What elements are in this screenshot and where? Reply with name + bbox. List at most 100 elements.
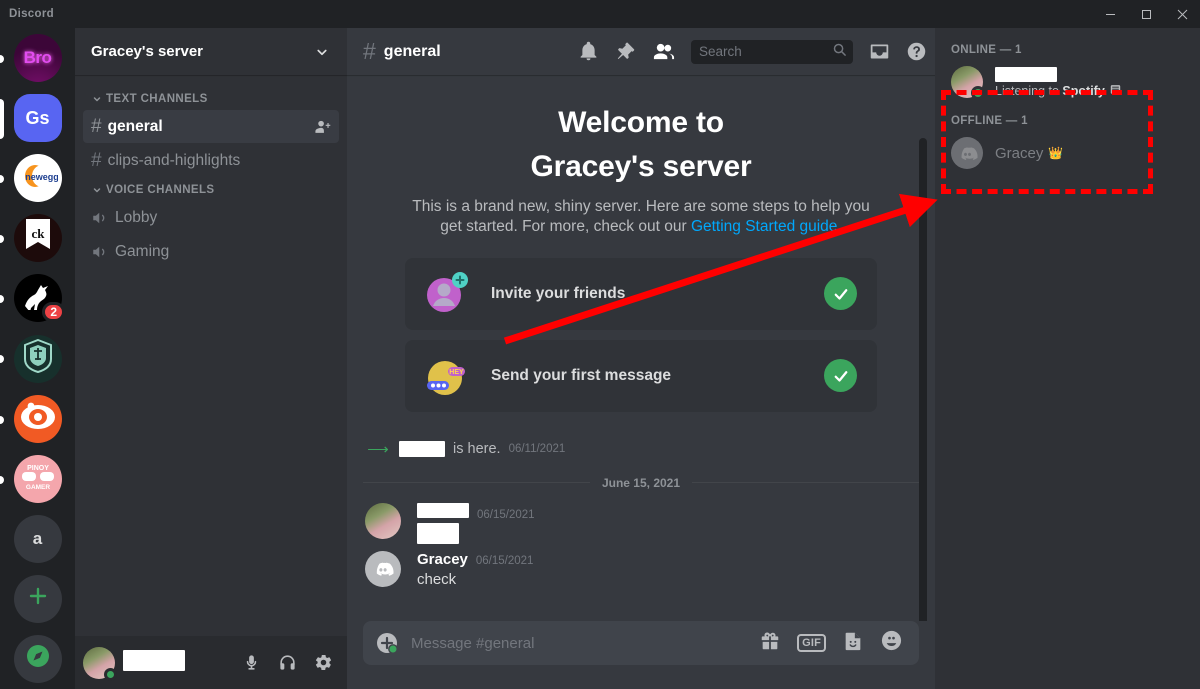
maximize-icon[interactable] [1128,0,1164,28]
svg-text:newegg: newegg [25,172,58,182]
add-icon [26,584,50,613]
inbox-icon[interactable] [869,41,890,62]
microphone-icon[interactable] [235,647,267,679]
completed-check-icon [824,359,857,392]
card-label: Invite your friends [491,284,626,302]
avatar [951,66,985,100]
date-divider-label: June 15, 2021 [601,475,681,490]
avatar-image [365,502,401,539]
welcome-desc-part2: . [837,218,842,236]
member-text: Listening to Spotify [995,66,1184,98]
sidebar-item-Gaming[interactable]: Gaming [83,235,339,268]
channel-category-text-channels[interactable]: TEXT CHANNELS [83,87,347,109]
discord-window: Discord Bro Gs newegg ck 2 PINOY GAMER a Gracey… [0,0,1200,689]
chat-header: # general Search [347,28,935,75]
onboarding-card-1[interactable]: Invite your friends [405,257,877,330]
server-icon-pinoy[interactable]: PINOY GAMER [0,449,75,509]
headphones-icon[interactable] [271,647,303,679]
sticker-icon[interactable] [842,630,864,657]
sidebar-item-clips-and-highlights[interactable]: # clips-and-highlights [83,144,339,177]
server-avatar: Bro [13,34,62,83]
close-icon[interactable] [1164,0,1200,28]
search-input[interactable]: Search [691,39,853,64]
chat-scrollbar[interactable] [919,138,927,621]
chevron-down-icon [93,188,101,193]
server-initials: Gs [25,107,50,128]
minimize-icon[interactable] [1092,0,1128,28]
member-group-heading: ONLINE — 1 [951,44,1022,56]
sidebar-item-general[interactable]: # general [83,110,339,143]
member-name: Gracey [995,144,1044,162]
member-text: Gracey 👑 [995,145,1184,162]
message-text: check [417,570,457,588]
channel-name: general [107,117,163,135]
server-icon-bro[interactable]: Bro [0,28,75,88]
avatar[interactable] [365,502,401,539]
server-icon-ck[interactable]: ck [0,208,75,268]
status-online-indicator [971,86,985,100]
server-avatar [13,334,62,383]
server-icon-newegg[interactable]: newegg [0,148,75,208]
gift-icon[interactable] [759,630,781,657]
member-list-item[interactable]: Gracey 👑 [943,132,1192,174]
sidebar-item-Lobby[interactable]: Lobby [83,201,339,234]
server-icon-horse[interactable]: 2 [0,268,75,328]
avatar [951,137,983,169]
channel-sidebar: Gracey's server TEXT CHANNELS # general # cl… [75,28,347,689]
server-unread-indicator [0,295,4,304]
help-icon[interactable] [906,41,927,62]
server-icon-explore[interactable] [0,629,75,689]
guild-header[interactable]: Gracey's server [75,28,347,75]
message-input[interactable]: Message #general [411,635,747,652]
pin-icon[interactable] [615,41,636,62]
guild-name: Gracey's server [91,43,203,60]
divider-line-left [363,482,590,483]
server-initials: a [32,528,43,548]
steel-icon [18,401,58,436]
join-message-timestamp: 06/11/2021 [508,442,566,455]
category-label: VOICE CHANNELS [106,184,215,196]
channel-name: clips-and-highlights [107,151,241,169]
page-title: general [383,42,441,60]
hash-icon: # [91,115,102,137]
divider-line-right [692,482,919,483]
server-rail: Bro Gs newegg ck 2 PINOY GAMER a [0,28,75,689]
emoji-icon[interactable] [880,629,903,657]
discord-logo-icon [365,550,401,587]
server-avatar [13,574,62,623]
wows-icon [23,338,53,378]
newegg-icon: newegg [18,163,58,194]
avatar[interactable] [365,550,401,587]
member-name-row: Gracey 👑 [995,145,1184,162]
server-icon-steel[interactable] [0,389,75,449]
redacted-username [123,649,185,671]
chevron-down-icon [313,43,331,61]
avatar[interactable] [83,646,117,681]
category-label: TEXT CHANNELS [106,93,208,105]
activity-icon [1110,84,1121,98]
create-invite-icon[interactable] [314,118,331,135]
channel-category-voice-channels[interactable]: VOICE CHANNELS [83,178,347,200]
svg-text:GAMER: GAMER [25,484,50,491]
upload-file-icon[interactable] [375,631,399,655]
server-icon-wows[interactable] [0,328,75,388]
message-list: ⟶ is here. 06/11/2021 June 15, 2021 06/1… [347,434,935,593]
composer-icons: GIF [759,629,903,657]
server-icon--[interactable] [0,569,75,629]
onboarding-card-2[interactable]: HEY Send your first message [405,339,877,412]
server-avatar: Gs [13,94,62,143]
gear-icon[interactable] [307,647,339,679]
getting-started-link[interactable]: Getting Started guide [691,218,838,235]
members-icon[interactable] [652,40,675,63]
server-unread-indicator [0,235,4,244]
bell-icon[interactable] [578,41,599,62]
member-list-item[interactable]: Listening to Spotify [943,61,1192,103]
server-selected-indicator [0,99,4,140]
ck-icon: ck [23,218,53,259]
server-icon-gs[interactable]: Gs [0,88,75,148]
redacted-join-username [399,440,445,457]
welcome-description: This is a brand new, shiny server. Here … [406,197,876,238]
gif-icon[interactable]: GIF [797,634,826,652]
user-panel-username [123,649,227,676]
server-icon-a[interactable]: a [0,509,75,569]
